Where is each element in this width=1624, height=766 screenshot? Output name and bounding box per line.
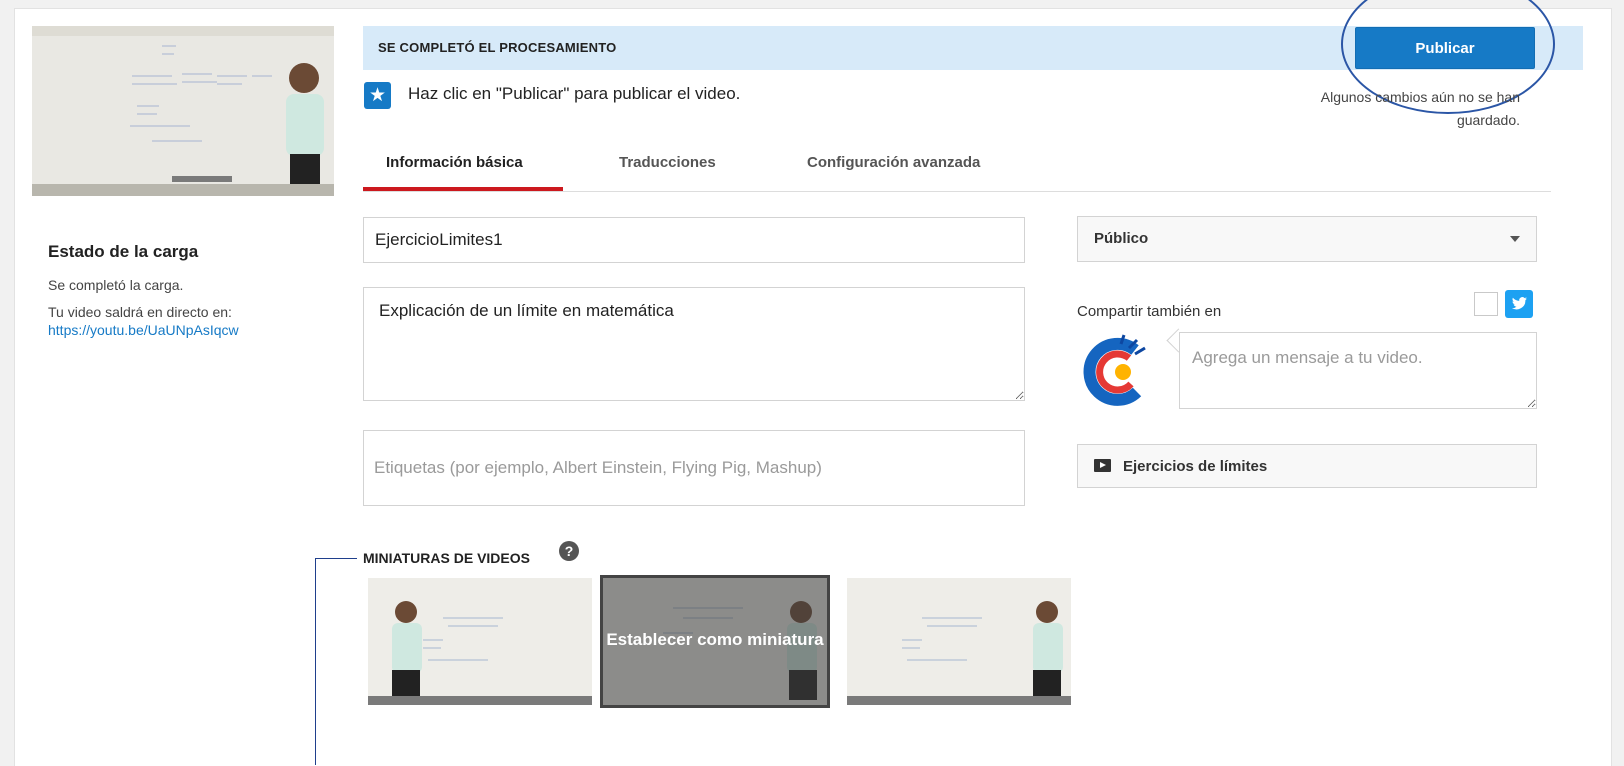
title-input[interactable] (363, 217, 1025, 263)
tags-input[interactable] (363, 430, 1025, 506)
privacy-selected-value: Público (1094, 230, 1149, 247)
thumbnail-option-2[interactable]: Establecer como miniatura (600, 575, 830, 708)
active-tab-indicator (363, 187, 563, 191)
share-message-input[interactable] (1179, 332, 1537, 409)
thumbnail-option-3[interactable] (847, 578, 1071, 705)
playlist-label: Ejercicios de límites (1123, 458, 1268, 475)
twitter-icon[interactable] (1505, 290, 1533, 318)
set-as-thumbnail-label: Establecer como miniatura (606, 630, 824, 649)
publish-button[interactable]: Publicar (1355, 27, 1535, 69)
annotation-connector-horizontal (315, 558, 357, 559)
annotation-connector-vertical (315, 558, 316, 765)
processing-banner-title: SE COMPLETÓ EL PROCESAMIENTO (378, 40, 617, 55)
description-textarea[interactable]: Explicación de un límite en matemática (363, 287, 1025, 401)
thumbnails-title: MINIATURAS DE VIDEOS (363, 550, 530, 566)
thumbnail-option-1[interactable] (368, 578, 592, 705)
channel-avatar (1077, 330, 1157, 410)
tab-basic-info[interactable]: Información básica (386, 154, 523, 171)
share-checkbox[interactable] (1474, 292, 1498, 316)
chevron-down-icon (1510, 236, 1520, 242)
publish-hint-text: Haz clic en "Publicar" para publicar el … (408, 84, 741, 103)
video-url-link[interactable]: https://youtu.be/UaUNpAsIqcw (48, 322, 239, 338)
help-icon[interactable]: ? (559, 541, 579, 561)
star-icon: ★ (364, 82, 391, 109)
tab-advanced-settings[interactable]: Configuración avanzada (807, 154, 980, 171)
playlist-icon (1094, 459, 1111, 472)
live-at-label: Tu video saldrá en directo en: (48, 304, 232, 320)
privacy-select[interactable]: Público (1077, 216, 1537, 262)
unsaved-changes-notice: Algunos cambios aún no se han guardado. (1230, 86, 1520, 132)
upload-status-title: Estado de la carga (48, 242, 199, 261)
video-preview-thumbnail[interactable] (32, 26, 334, 196)
playlist-button[interactable]: Ejercicios de límites (1077, 444, 1537, 488)
upload-completed-text: Se completó la carga. (48, 277, 184, 293)
unsaved-line-2: guardado. (1456, 112, 1520, 128)
share-also-label: Compartir también en (1077, 303, 1222, 320)
unsaved-line-1: Algunos cambios aún no se han (1320, 89, 1520, 105)
tab-translations[interactable]: Traducciones (619, 154, 716, 171)
tabs-divider (363, 191, 1551, 192)
